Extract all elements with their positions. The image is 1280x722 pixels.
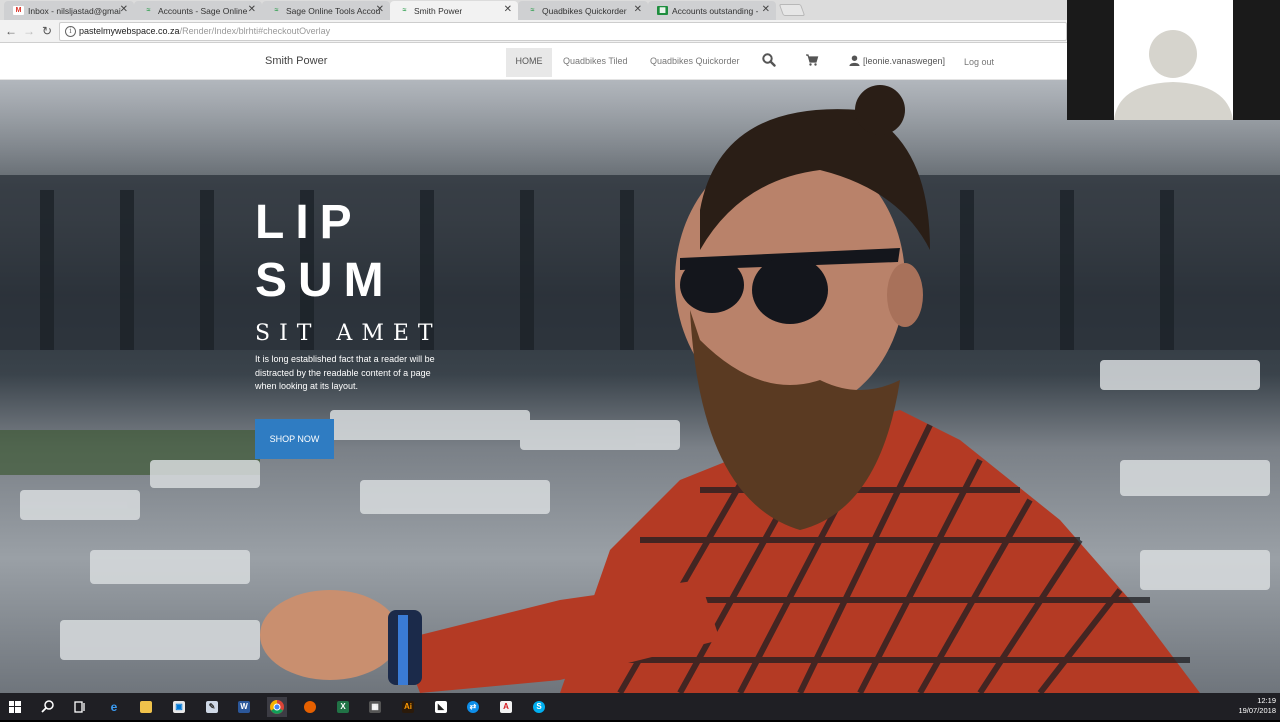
illustrator-icon[interactable]: Ai	[398, 697, 418, 717]
sage-icon: ≈	[402, 7, 407, 14]
gmail-icon: M	[13, 6, 24, 15]
close-icon[interactable]: ✕	[376, 4, 384, 15]
chrome-icon[interactable]	[267, 697, 287, 717]
teamviewer-icon[interactable]: ⇄	[463, 697, 483, 717]
store-icon[interactable]: ▣	[169, 697, 189, 717]
user-account-link[interactable]: [leonie.vanaswegen]	[849, 55, 945, 66]
tab-gmail[interactable]: M Inbox - nilsljastad@gmai ✕	[4, 1, 134, 20]
file-explorer-icon[interactable]	[136, 697, 156, 717]
notepad-icon[interactable]: ◣	[431, 697, 451, 717]
tab-accounts-outstanding[interactable]: ▦ Accounts outstanding - ✕	[648, 1, 776, 20]
back-icon[interactable]: ←	[4, 24, 18, 38]
clock-date: 19/07/2018	[1238, 706, 1276, 715]
hero-banner: LIP SUM SIT AMET It is long established …	[0, 80, 1280, 693]
edge-icon[interactable]: e	[104, 697, 124, 717]
clock-time: 12:19	[1257, 696, 1276, 705]
hero-subtitle: SIT AMET	[255, 321, 442, 346]
tab-label: Accounts outstanding -	[672, 6, 759, 16]
nav-quadbikes-tiled[interactable]: Quadbikes Tiled	[563, 56, 628, 66]
new-tab-button[interactable]	[778, 4, 806, 16]
site-brand[interactable]: Smith Power	[265, 55, 327, 67]
cart-icon[interactable]	[805, 53, 819, 67]
close-icon[interactable]: ✕	[762, 4, 770, 15]
tab-sage-tools[interactable]: ≈ Sage Online Tools Accou ✕	[262, 1, 390, 20]
user-placeholder-icon	[1114, 0, 1233, 120]
excel-icon[interactable]: X	[333, 697, 353, 717]
tab-label: Accounts - Sage Online	[158, 6, 248, 16]
skype-icon[interactable]: S	[529, 697, 549, 717]
username: [leonie.vanaswegen]	[863, 56, 946, 66]
url-text: pastelmywebspace.co.za/Render/Index/blrh…	[79, 26, 331, 36]
tab-smith-power[interactable]: ≈ Smith Power ✕	[390, 1, 518, 20]
nav-home[interactable]: HOME	[506, 48, 552, 77]
paint-icon[interactable]: ✎	[202, 697, 222, 717]
sage-icon: ≈	[530, 7, 535, 14]
shop-now-button[interactable]: SHOP NOW	[255, 419, 334, 459]
start-icon[interactable]	[5, 697, 25, 717]
sheets-icon: ▦	[657, 6, 668, 15]
tab-accounts-sage[interactable]: ≈ Accounts - Sage Online ✕	[134, 1, 262, 20]
tab-label: Sage Online Tools Accou	[286, 6, 381, 16]
firefox-icon[interactable]	[300, 697, 320, 717]
windows-taskbar: e ▣ ✎ W X ▦ Ai ◣ ⇄ A S 12:19 19/07/2018	[0, 693, 1280, 720]
system-clock[interactable]: 12:19 19/07/2018	[1238, 696, 1276, 716]
logout-link[interactable]: Log out	[964, 57, 994, 67]
tab-label: Smith Power	[414, 6, 463, 16]
reload-icon[interactable]: ↻	[40, 24, 54, 38]
user-icon	[849, 55, 860, 66]
webcam-video	[1114, 0, 1233, 120]
sage-icon: ≈	[274, 7, 279, 14]
close-icon[interactable]: ✕	[504, 4, 512, 15]
calculator-icon[interactable]: ▦	[365, 697, 385, 717]
hero-title-line1: LIP	[255, 196, 363, 249]
sage-icon: ≈	[146, 7, 151, 14]
nav-quadbikes-quickorder[interactable]: Quadbikes Quickorder	[650, 56, 740, 66]
close-icon[interactable]: ✕	[120, 4, 128, 15]
site-header: Smith Power HOME Quadbikes Tiled Quadbik…	[0, 43, 1067, 80]
browser-toolbar: ← → ↻ i pastelmywebspace.co.za/Render/In…	[0, 20, 1067, 43]
tab-label: Quadbikes Quickorder	[542, 6, 627, 16]
address-bar[interactable]: i pastelmywebspace.co.za/Render/Index/bl…	[59, 22, 1067, 41]
hero-title-line2: SUM	[255, 254, 395, 307]
task-view-icon[interactable]	[70, 697, 90, 717]
hero-photo	[0, 85, 1280, 693]
forward-icon[interactable]: →	[22, 24, 36, 38]
close-icon[interactable]: ✕	[248, 4, 256, 15]
word-icon[interactable]: W	[234, 697, 254, 717]
tab-label: Inbox - nilsljastad@gmai	[28, 6, 121, 16]
search-icon[interactable]	[762, 53, 776, 67]
browser-tab-strip: M Inbox - nilsljastad@gmai ✕ ≈ Accounts …	[0, 0, 1067, 20]
close-icon[interactable]: ✕	[634, 4, 642, 15]
tab-quadbikes-quickorder[interactable]: ≈ Quadbikes Quickorder ✕	[518, 1, 648, 20]
hero-description: It is long established fact that a reade…	[255, 354, 435, 391]
info-icon[interactable]: i	[65, 26, 76, 37]
acrobat-icon[interactable]: A	[496, 697, 516, 717]
search-icon[interactable]	[38, 697, 58, 717]
